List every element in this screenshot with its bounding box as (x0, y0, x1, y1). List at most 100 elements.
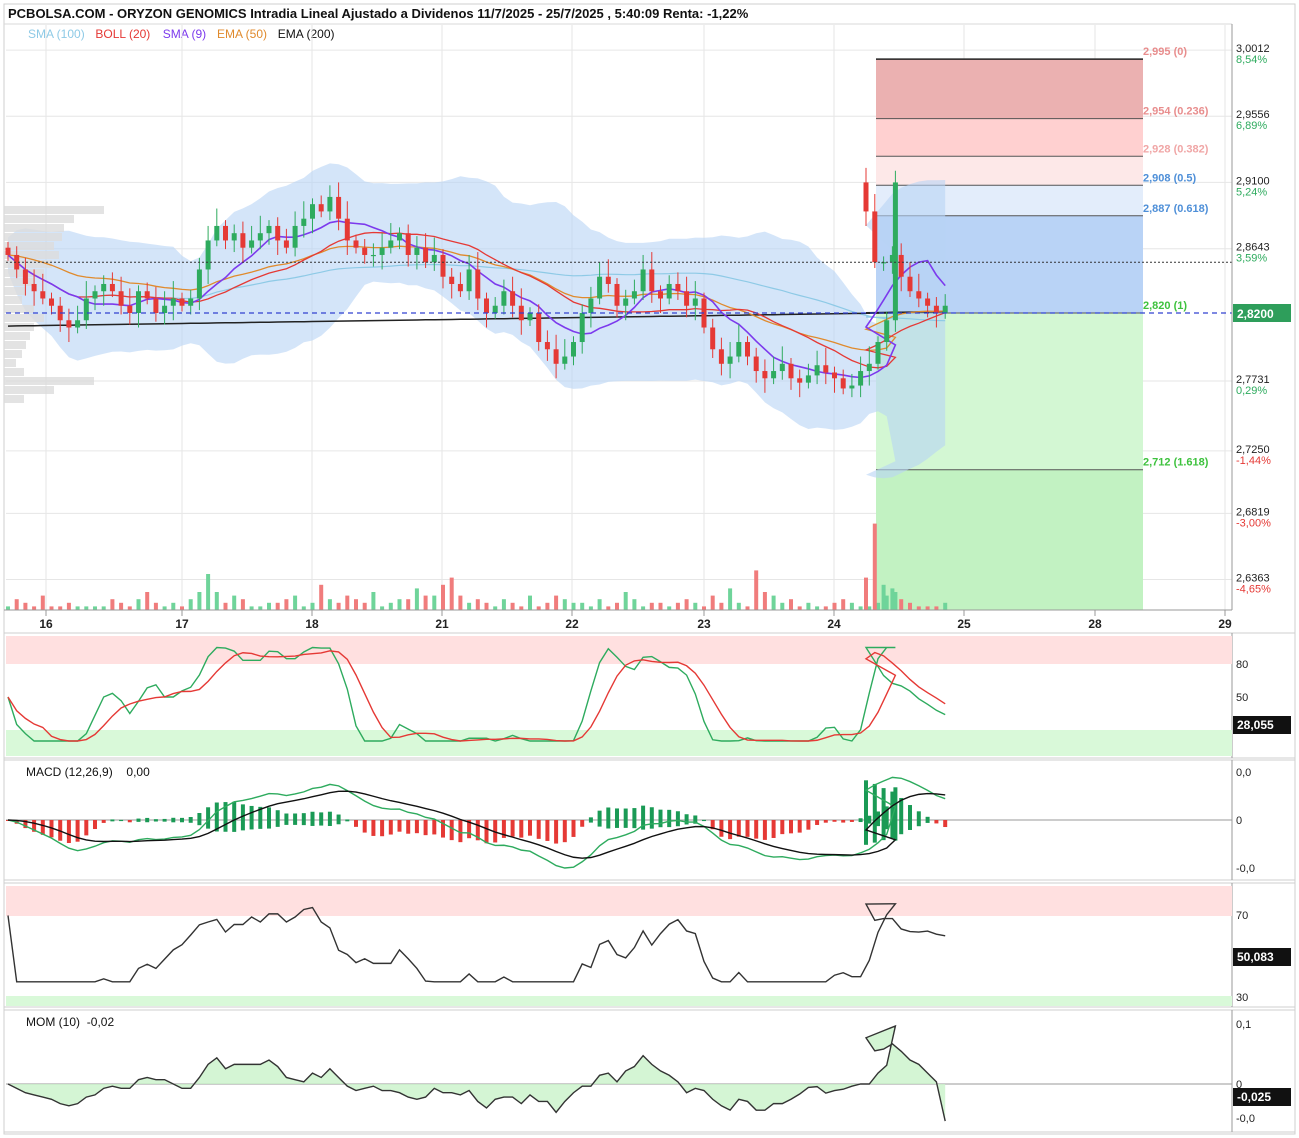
volume-bar (771, 595, 776, 610)
volume-profile-bar (4, 368, 24, 376)
macd-histogram-bar (841, 820, 846, 823)
macd-histogram-bar (571, 820, 576, 837)
candlestick (344, 218, 350, 241)
candlestick (466, 269, 472, 292)
candlestick (814, 365, 820, 376)
candlestick (249, 240, 255, 248)
volume-profile-bar (4, 305, 34, 313)
volume-bar (75, 606, 80, 610)
candlestick (779, 363, 785, 372)
macd-histogram-bar (423, 820, 428, 836)
candlestick (5, 247, 11, 255)
price-tick-pct: 6,89% (1236, 120, 1267, 132)
candlestick (310, 204, 315, 219)
macd-histogram-bar (188, 817, 193, 823)
volume-bar (849, 602, 854, 610)
candlestick (942, 305, 948, 313)
candlestick (562, 356, 568, 364)
candlestick (379, 247, 385, 255)
macd-histogram-bar (823, 820, 828, 823)
candlestick (49, 298, 54, 306)
macd-histogram-bar (101, 820, 106, 823)
candlestick (933, 305, 939, 313)
volume-profile-bar (4, 341, 26, 349)
volume-bar (14, 599, 19, 610)
last-price-badge-label: 2,8200 (1237, 307, 1274, 321)
macd-histogram-bar (110, 819, 115, 822)
candlestick (658, 291, 663, 299)
volume-profile-bar (4, 314, 44, 322)
macd-histogram-bar (916, 811, 921, 827)
candlestick (925, 298, 931, 306)
volume-bar (223, 602, 228, 610)
candlestick (362, 247, 368, 255)
candlestick (866, 363, 872, 372)
candlestick (727, 356, 733, 364)
candlestick (327, 196, 333, 212)
volume-bar (171, 602, 176, 610)
candlestick (849, 385, 855, 389)
macd-histogram-bar (580, 820, 585, 827)
volume-bar (240, 599, 245, 610)
candlestick (397, 233, 402, 241)
volume-bar (397, 599, 402, 610)
candlestick (205, 240, 211, 270)
candlestick (884, 320, 890, 343)
volume-bar (23, 602, 28, 610)
volume-profile-bar (4, 206, 104, 214)
candlestick (136, 291, 141, 313)
volume-bar (762, 592, 767, 610)
candlestick (623, 298, 629, 306)
indicator-legend: SMA (100) BOLL (20) SMA (9) EMA (50) EMA (20… (28, 27, 335, 41)
macd-histogram-bar (623, 808, 628, 828)
sto-badge-label: 28,055 (1237, 718, 1274, 732)
volume-bar (536, 606, 541, 610)
candlestick (353, 240, 359, 248)
volume-bar (319, 584, 324, 610)
macd-histogram-bar (702, 819, 706, 822)
mom-level-label: 0,1 (1236, 1019, 1251, 1031)
volume-bar (841, 599, 846, 610)
stock-chart: PCBOLSA.COM - ORYZON GENOMICS Intradia L… (0, 0, 1299, 1138)
volume-bar (519, 606, 524, 610)
macd-histogram-bar (249, 805, 254, 830)
date-tick-label: 28 (1088, 617, 1102, 631)
candlestick (83, 298, 89, 321)
volume-bar (675, 602, 680, 610)
volume-bar (93, 606, 97, 610)
candlestick (597, 276, 603, 299)
macd-histogram-bar (754, 820, 759, 839)
candlestick (405, 233, 411, 255)
volume-bar (815, 606, 820, 610)
volume-bar (658, 602, 663, 610)
candlestick (431, 254, 437, 263)
volume-bar (702, 606, 706, 610)
candlestick (31, 283, 37, 292)
candlestick (605, 276, 611, 284)
macd-histogram-bar (362, 820, 367, 833)
macd-histogram-bar (371, 820, 376, 836)
volume-bar (899, 599, 904, 610)
stochastic-pane: STO (14,3,5)28,0580502028,055 (3, 632, 1296, 759)
volume-bar (580, 602, 585, 610)
date-tick-label: 17 (175, 617, 189, 631)
volume-bar (881, 584, 886, 610)
volume-bar (789, 599, 793, 610)
macd-histogram-bar (380, 820, 385, 837)
sto-level-label: 80 (1236, 659, 1248, 671)
volume-bar (649, 602, 654, 610)
macd-level-label: 0 (1236, 815, 1242, 827)
candlestick (257, 233, 263, 241)
candlestick (66, 320, 72, 328)
candlestick (109, 283, 115, 292)
legend-item: SMA (100) (28, 27, 85, 41)
macd-histogram-bar (606, 807, 611, 829)
volume-bar (388, 602, 393, 610)
volume-bar (441, 584, 445, 610)
candlestick (196, 269, 202, 299)
date-tick-label: 24 (827, 617, 841, 631)
volume-profile-bar (4, 350, 22, 358)
candlestick (588, 298, 594, 313)
volume-bar (406, 599, 411, 610)
macd-histogram-bar (632, 808, 637, 829)
